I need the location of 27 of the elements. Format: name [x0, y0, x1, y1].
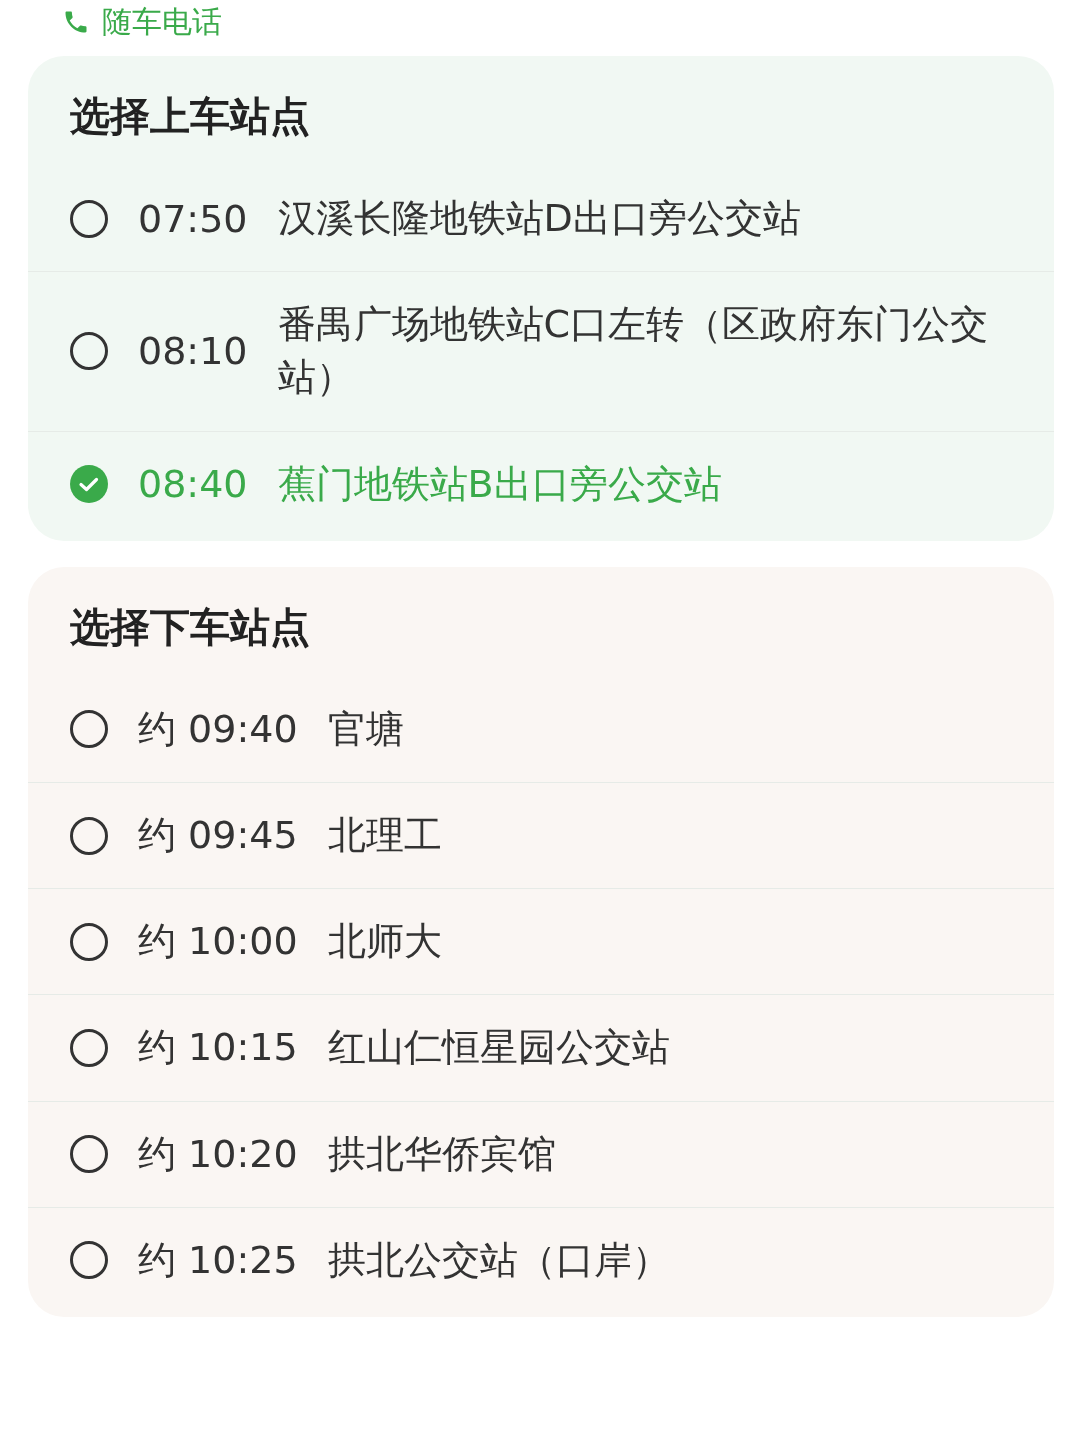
stop-time: 约 09:45: [138, 812, 298, 860]
stop-name: 番禺广场地铁站C口左转（区政府东门公交站）: [277, 301, 990, 402]
stop-name: 拱北华侨宾馆: [327, 1130, 556, 1178]
stop-name: 红山仁恒星园公交站: [327, 1024, 670, 1072]
stop-option[interactable]: 约 10:00 北师大: [28, 888, 1054, 995]
stop-option[interactable]: 约 10:25 拱北公交站（口岸）: [28, 1206, 1054, 1313]
stop-name: 汉溪长隆地铁站D出口旁公交站: [277, 195, 801, 242]
section-title: 选择下车站点: [69, 602, 311, 652]
stop-time: 约 10:00: [138, 918, 298, 966]
stop-name: 官塘: [327, 705, 404, 753]
stop-name: 蕉门地铁站B出口旁公交站: [277, 460, 722, 508]
stop-option[interactable]: 约 10:20 拱北华侨宾馆: [28, 1100, 1054, 1207]
stop-option[interactable]: 约 10:15 红山仁恒星园公交站: [28, 994, 1054, 1101]
stop-option[interactable]: 约 09:40 官塘: [28, 676, 1054, 782]
stop-time: 约 10:20: [138, 1130, 298, 1178]
stop-time: 约 10:15: [138, 1024, 298, 1072]
stop-time: 约 09:40: [138, 705, 298, 753]
stop-name: 拱北公交站（口岸）: [327, 1236, 670, 1284]
stop-time: 07:50: [138, 196, 248, 241]
stop-time: 08:40: [138, 462, 248, 507]
stop-time: 08:10: [138, 329, 248, 374]
stop-name: 北理工: [327, 811, 442, 859]
stop-time: 约 10:25: [138, 1236, 298, 1284]
stop-name: 北师大: [327, 918, 442, 966]
section-title: 选择上车站点: [69, 92, 311, 141]
stop-option[interactable]: 约 09:45 北理工: [28, 781, 1054, 889]
stop-option[interactable]: 07:50 汉溪长隆地铁站D出口旁公交站: [28, 166, 1054, 272]
